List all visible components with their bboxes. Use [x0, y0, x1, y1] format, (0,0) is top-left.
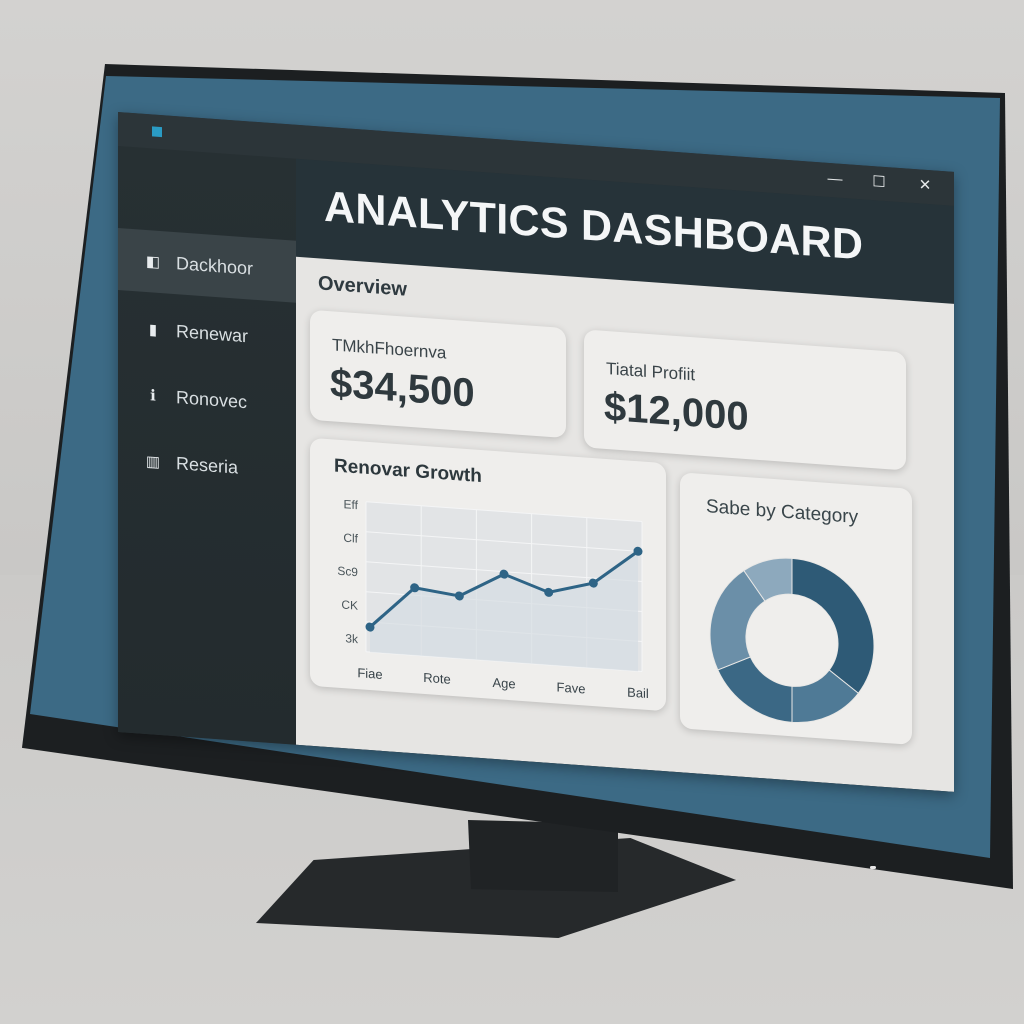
- power-led-icon: [870, 866, 876, 869]
- close-button[interactable]: ✕: [912, 175, 938, 197]
- donut-chart: [709, 557, 875, 724]
- monitor-stand-neck: [468, 820, 618, 892]
- maximize-button[interactable]: ☐: [866, 172, 892, 194]
- kpi-card-profit: Tiatal Profiit $12,000: [584, 329, 906, 471]
- line-chart: Eff Clf Sc9 CK 3k Fiae Rote Age Fave Bail: [337, 497, 649, 702]
- x-tick-label: Fiae: [357, 665, 382, 682]
- kpi-label: TMkhFhoernva: [332, 335, 447, 363]
- sidebar: ◧ Dackhoor ▮ Renewar ℹ Ronovec ▥ Reseria: [118, 146, 296, 745]
- x-tick-label: Rote: [423, 670, 450, 687]
- x-tick-label: Bail: [627, 685, 649, 702]
- bar-chart-icon: ▥: [145, 453, 161, 472]
- sidebar-item-label: Ronovec: [176, 386, 248, 412]
- kpi-value: $12,000: [604, 384, 749, 440]
- y-tick-label: Eff: [344, 497, 359, 512]
- x-tick-label: Age: [492, 675, 515, 692]
- report-icon: ▮: [148, 321, 158, 339]
- y-tick-label: CK: [341, 598, 358, 613]
- kpi-value: $34,500: [330, 361, 475, 416]
- section-title: Overview: [318, 272, 407, 301]
- sidebar-item-label: Dackhoor: [176, 252, 254, 279]
- line-chart-card: Renovar Growth Eff Clf Sc9 CK 3k Fiae Rote Age F…: [310, 437, 666, 712]
- info-icon: ℹ: [150, 387, 156, 405]
- kpi-card-revenue: TMkhFhoernva $34,500: [310, 309, 566, 439]
- app-icon: [152, 126, 162, 138]
- app-window: — ☐ ✕ ◧ Dackhoor ▮ Renewar ℹ Ronovec ▥ R…: [118, 112, 954, 792]
- y-tick-label: Sc9: [337, 564, 358, 579]
- donut-chart-card: Sabe by Category: [680, 472, 912, 745]
- x-tick-label: Fave: [557, 679, 586, 696]
- dashboard-icon: ◧: [145, 253, 161, 272]
- sidebar-item-renewar[interactable]: ▮ Renewar: [118, 296, 296, 371]
- sidebar-item-ronovec[interactable]: ℹ Ronovec: [118, 362, 296, 437]
- main-content: Overview TMkhFhoernva $34,500 Tiatal Pro…: [296, 256, 954, 792]
- kpi-label: Tiatal Profiit: [606, 358, 696, 385]
- y-tick-label: 3k: [345, 631, 359, 646]
- sidebar-item-reseria[interactable]: ▥ Reseria: [118, 428, 296, 503]
- sidebar-item-dashboard[interactable]: ◧ Dackhoor: [118, 228, 296, 303]
- y-tick-label: Clf: [343, 531, 358, 546]
- sidebar-item-label: Reseria: [176, 452, 239, 478]
- sidebar-item-label: Renewar: [176, 320, 249, 346]
- minimize-button[interactable]: —: [822, 168, 848, 190]
- page-title: ANALYTICS DASHBOARD: [324, 182, 864, 270]
